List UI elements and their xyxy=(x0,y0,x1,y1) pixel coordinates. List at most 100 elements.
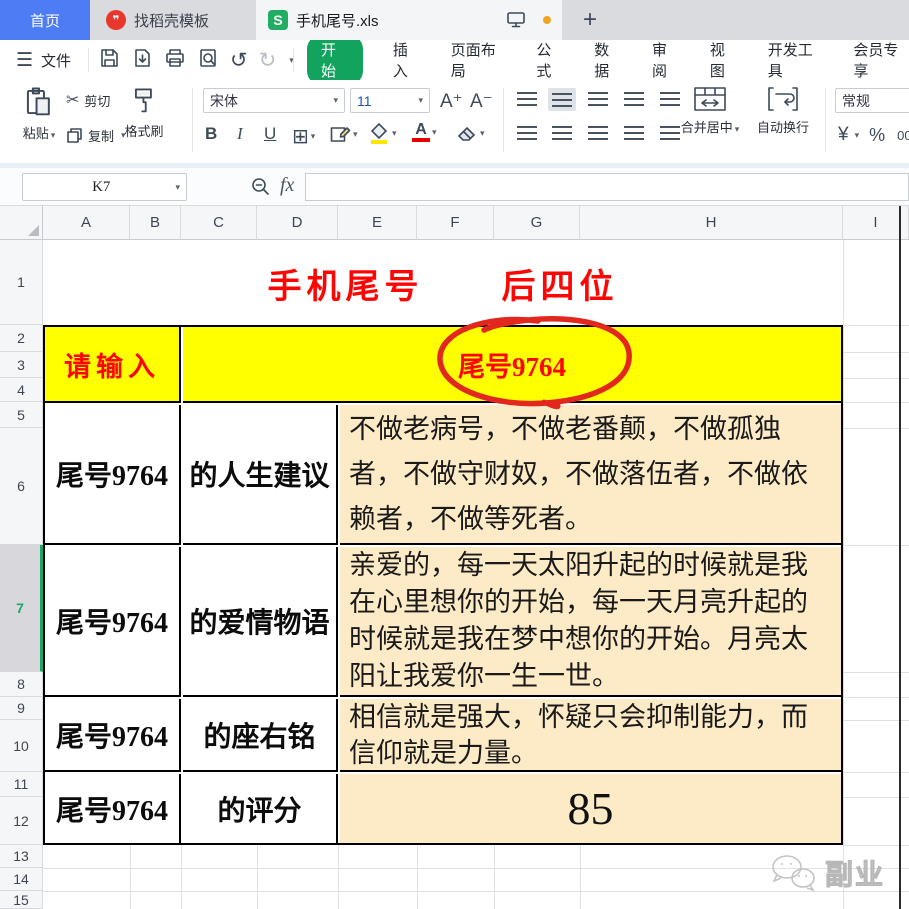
paste-dropdown-icon: ▾ xyxy=(51,130,56,140)
number-format-select[interactable]: 常规 xyxy=(835,88,909,113)
file-menu[interactable]: ☰ 文件 xyxy=(16,40,71,80)
row-header-6[interactable]: 6 xyxy=(0,428,43,545)
name-box[interactable]: K7 ▾ xyxy=(22,173,187,201)
underline-button[interactable]: U xyxy=(264,124,276,144)
cell-category-3[interactable]: 的座右铭 xyxy=(183,699,338,772)
borders-button[interactable]: ⊞ ▾ xyxy=(292,124,315,149)
wrap-text-button[interactable]: 自动换行 xyxy=(748,86,818,156)
font-size-dropdown-icon: ▾ xyxy=(418,95,423,106)
column-header-F[interactable]: F xyxy=(417,206,494,240)
print-icon[interactable] xyxy=(164,47,186,74)
row-header-8[interactable]: 8 xyxy=(0,672,43,697)
tab-formulas[interactable]: 公式 xyxy=(536,40,564,80)
row-header-4[interactable]: 4 xyxy=(0,378,43,402)
row-header-5[interactable]: 5 xyxy=(0,402,43,428)
active-cell-reference: K7 xyxy=(29,179,173,196)
copy-button[interactable]: 复制 ▾ xyxy=(66,126,126,145)
column-header-E[interactable]: E xyxy=(338,206,417,240)
print-preview-icon[interactable] xyxy=(197,47,219,74)
align-left-icon[interactable] xyxy=(517,126,537,140)
thousands-button[interactable]: 00, xyxy=(897,128,909,143)
cell-category-1[interactable]: 的人生建议 xyxy=(183,405,338,545)
cell-tail-label-2[interactable]: 尾号9764 xyxy=(45,547,181,697)
content-text-3: 相信就是强大，怀疑只会抑制能力，而信仰就是力量。 xyxy=(349,699,819,771)
column-header-G[interactable]: G xyxy=(494,206,580,240)
align-center-icon[interactable] xyxy=(552,126,572,140)
row-header-1[interactable]: 1 xyxy=(0,240,43,325)
row-header-10[interactable]: 10 xyxy=(0,720,43,772)
merge-center-button[interactable]: 合并居中▾ xyxy=(668,86,752,156)
tab-membership[interactable]: 会员专享 xyxy=(853,40,909,80)
format-painter-button[interactable]: 格式刷 xyxy=(118,86,170,156)
tab-home[interactable]: 首页 xyxy=(0,0,90,40)
percent-button[interactable]: % xyxy=(869,125,885,146)
align-top-icon[interactable] xyxy=(517,92,537,106)
sheet-title[interactable]: 手机尾号 后四位 xyxy=(43,242,843,325)
tab-data[interactable]: 数据 xyxy=(594,40,622,80)
tab-start-active[interactable]: 开始 xyxy=(307,40,363,80)
font-color-button[interactable]: A ▾ xyxy=(412,122,437,142)
cell-tail-label-4[interactable]: 尾号9764 xyxy=(45,774,181,843)
export-icon[interactable] xyxy=(131,47,153,74)
row-header-13[interactable]: 13 xyxy=(0,845,43,868)
row-header-11[interactable]: 11 xyxy=(0,772,43,797)
column-header-H[interactable]: H xyxy=(580,206,843,240)
decrease-font-button[interactable]: A⁻ xyxy=(470,90,493,113)
column-header-D[interactable]: D xyxy=(257,206,338,240)
font-name-select[interactable]: 宋体 ▾ xyxy=(203,88,345,113)
column-header-A[interactable]: A xyxy=(43,206,130,240)
cell-content-3[interactable]: 相信就是强大，怀疑只会抑制能力，而信仰就是力量。 xyxy=(340,699,841,772)
tab-insert[interactable]: 插入 xyxy=(393,40,421,80)
row-header-9[interactable]: 9 xyxy=(0,697,43,720)
cell-score[interactable]: 85 xyxy=(340,774,841,843)
row-header-14[interactable]: 14 xyxy=(0,868,43,891)
undo-icon[interactable]: ↺ xyxy=(230,48,248,73)
tab-page-layout[interactable]: 页面布局 xyxy=(451,40,507,80)
currency-button[interactable]: ¥ xyxy=(838,124,849,146)
currency-dropdown-icon[interactable]: ▾ xyxy=(855,130,860,141)
cell-category-4[interactable]: 的评分 xyxy=(183,774,338,843)
align-middle-icon-selected[interactable] xyxy=(548,88,576,111)
cell-content-1[interactable]: 不做老病号，不做老番颠，不做孤独者，不做守财奴，不做落伍者，不做依赖者，不做等死… xyxy=(340,405,841,545)
tab-docer-templates[interactable]: ❞ 找稻壳模板 xyxy=(90,0,255,40)
cell-input-prompt[interactable]: 请输入 xyxy=(45,327,181,403)
zoom-formula-icon[interactable] xyxy=(250,176,272,203)
increase-font-button[interactable]: A⁺ xyxy=(440,90,463,113)
bold-button[interactable]: B xyxy=(205,124,217,144)
row-header-15[interactable]: 15 xyxy=(0,891,43,909)
new-tab-button[interactable]: + xyxy=(570,0,610,40)
cell-tail-display[interactable]: 尾号9764 xyxy=(183,327,841,403)
eraser-button[interactable]: ▾ xyxy=(455,122,485,144)
cut-button[interactable]: ✂ 剪切 xyxy=(66,90,110,110)
cell-content-2[interactable]: 亲爱的，每一天太阳升起的时候就是我在心里想你的开始，每一天月亮升起的时候就是我在… xyxy=(340,547,841,697)
row-header-12[interactable]: 12 xyxy=(0,797,43,845)
italic-button[interactable]: I xyxy=(237,124,243,144)
column-header-B[interactable]: B xyxy=(130,206,181,240)
tab-dev-tools[interactable]: 开发工具 xyxy=(768,40,824,80)
monitor-icon[interactable] xyxy=(506,11,526,34)
fx-icon[interactable]: fx xyxy=(280,174,294,197)
row-header-3[interactable]: 3 xyxy=(0,352,43,378)
cell-category-2[interactable]: 的爱情物语 xyxy=(183,547,338,697)
tab-view[interactable]: 视图 xyxy=(710,40,738,80)
row-header-2[interactable]: 2 xyxy=(0,325,43,352)
font-size-select[interactable]: 11 ▾ xyxy=(350,88,430,113)
tab-review[interactable]: 审阅 xyxy=(652,40,680,80)
cell-tail-label-3[interactable]: 尾号9764 xyxy=(45,699,181,772)
align-bottom-icon[interactable] xyxy=(588,92,608,106)
gridline xyxy=(181,845,182,909)
row-header-7-active[interactable]: 7 xyxy=(0,545,43,672)
draw-border-button[interactable]: ▾ xyxy=(330,124,358,144)
column-header-C[interactable]: C xyxy=(181,206,257,240)
formula-input[interactable] xyxy=(305,173,909,201)
save-icon[interactable] xyxy=(98,47,120,74)
paste-button[interactable]: 粘贴▾ xyxy=(18,86,60,156)
align-right-icon[interactable] xyxy=(588,126,608,140)
cell-tail-label-1[interactable]: 尾号9764 xyxy=(45,405,181,545)
fill-color-button[interactable]: ▾ xyxy=(368,122,397,144)
select-all-corner[interactable] xyxy=(0,206,43,240)
align-justify-icon[interactable] xyxy=(624,126,644,140)
decrease-indent-icon[interactable] xyxy=(624,92,644,106)
redo-icon[interactable]: ↻ xyxy=(259,48,277,73)
cut-label: 剪切 xyxy=(84,91,110,110)
